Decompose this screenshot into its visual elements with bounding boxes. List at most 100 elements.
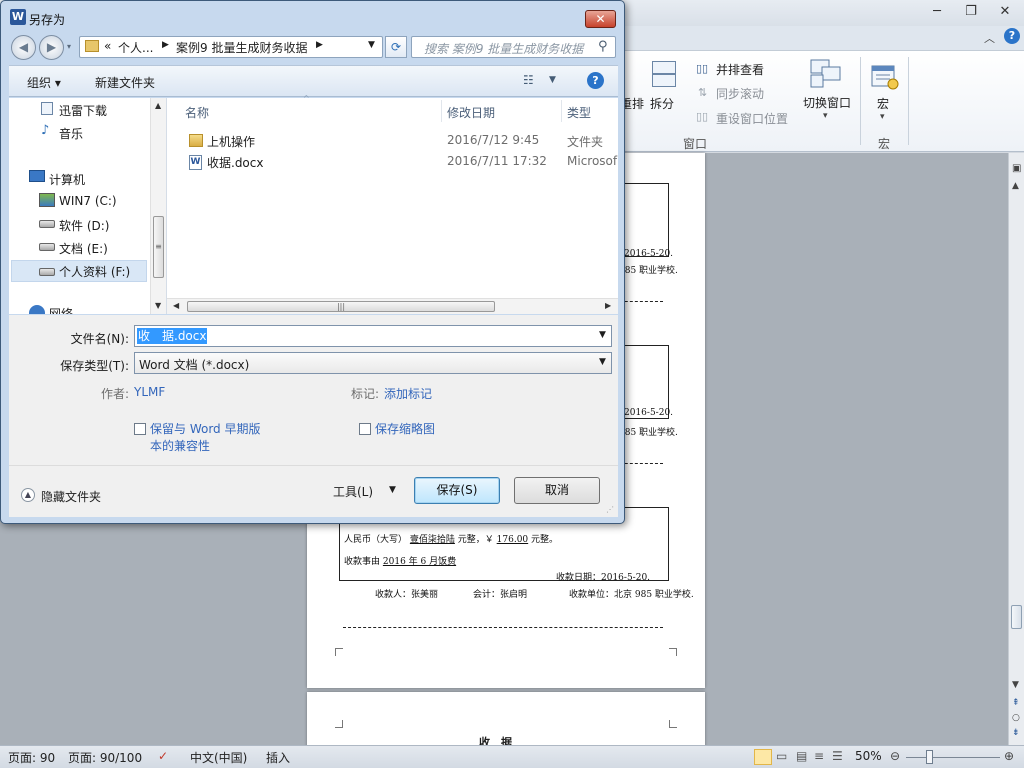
nav-scrollbar[interactable]: ▲ ≡ ▼	[150, 98, 166, 314]
search-box[interactable]: 搜索 案例9 批量生成财务收据 ⚲	[411, 36, 616, 58]
column-header-date[interactable]: 修改日期	[447, 104, 495, 121]
breadcrumb-segment[interactable]: 个人...	[118, 39, 153, 56]
zoom-slider-thumb[interactable]	[926, 750, 933, 764]
compatibility-checkbox[interactable]	[134, 423, 146, 435]
thumbnail-checkbox[interactable]	[359, 423, 371, 435]
draft-view-icon[interactable]: ☰	[832, 749, 843, 763]
minimize-icon[interactable]: ─	[924, 3, 950, 21]
nav-item-network[interactable]: 网络	[49, 307, 73, 314]
column-divider[interactable]	[441, 100, 442, 122]
print-layout-view-icon[interactable]	[754, 749, 772, 765]
file-row[interactable]: W 收据.docx 2016/7/11 17:32 Microsof	[167, 152, 618, 172]
resize-grip-icon[interactable]: ⋰	[606, 505, 614, 514]
filename-input[interactable]: 收 据.docx	[137, 328, 208, 344]
browse-object-icon[interactable]: ○	[1012, 713, 1020, 723]
nav-item-drive-d[interactable]: 软件 (D:)	[59, 217, 109, 234]
file-list[interactable]: ^ 名称 修改日期 类型 上机操作 2016/7/12 9:45 文件夹 W 收…	[167, 94, 618, 314]
proofing-icon[interactable]: ✓	[158, 749, 168, 763]
savetype-select[interactable]: Word 文档 (*.docx) ▼	[134, 352, 612, 374]
vertical-scrollbar[interactable]: ▣ ▲ ▼ ⇞ ○ ⇟	[1008, 153, 1024, 745]
search-input[interactable]: 搜索 案例9 批量生成财务收据	[424, 40, 583, 57]
filename-field[interactable]: 收 据.docx ▼	[134, 325, 612, 347]
nav-item-music[interactable]: 音乐	[59, 125, 83, 142]
zoom-in-icon[interactable]: ⊕	[1004, 749, 1014, 763]
column-header-name[interactable]: 名称	[185, 104, 209, 121]
compatibility-label-line2[interactable]: 本的兼容性	[150, 437, 210, 454]
language-indicator[interactable]: 中文(中国)	[190, 749, 247, 766]
scroll-thumb[interactable]	[1011, 605, 1022, 629]
recent-locations-icon[interactable]: ▾	[67, 42, 71, 51]
help-icon[interactable]: ?	[1004, 28, 1020, 44]
hide-folders-button[interactable]: 隐藏文件夹	[41, 488, 101, 505]
switch-window-dropdown-icon[interactable]: ▾	[823, 111, 828, 121]
horizontal-scrollbar[interactable]: ◀ ||| ▶	[167, 298, 618, 314]
file-name[interactable]: 上机操作	[207, 133, 255, 150]
breadcrumb-arrow-icon[interactable]: ▶	[162, 40, 169, 50]
scroll-right-icon[interactable]: ▶	[605, 301, 611, 310]
nav-item-drive-e[interactable]: 文档 (E:)	[59, 240, 108, 257]
macros-dropdown-icon[interactable]: ▾	[880, 112, 885, 122]
nav-item-drive-c[interactable]: WIN7 (C:)	[59, 194, 117, 208]
column-divider[interactable]	[561, 100, 562, 122]
web-layout-view-icon[interactable]: ▤	[796, 749, 807, 763]
reset-window-button[interactable]: 重设窗口位置	[716, 110, 788, 127]
full-screen-reading-view-icon[interactable]: ▭	[776, 749, 787, 763]
zoom-level[interactable]: 50%	[855, 749, 882, 763]
file-name[interactable]: 收据.docx	[207, 154, 263, 171]
savetype-dropdown-icon[interactable]: ▼	[599, 357, 606, 367]
column-header-type[interactable]: 类型	[567, 104, 591, 121]
scroll-down-icon[interactable]: ▼	[1012, 680, 1019, 690]
dialog-close-button[interactable]: ✕	[585, 10, 616, 28]
breadcrumb-segment[interactable]: 案例9 批量生成财务收据	[176, 39, 307, 56]
refresh-button[interactable]: ⟳	[385, 36, 407, 58]
scroll-left-icon[interactable]: ◀	[173, 301, 179, 310]
cancel-button[interactable]: 取消	[514, 477, 600, 504]
restore-icon[interactable]: ❐	[958, 3, 984, 21]
navigation-pane[interactable]: 迅雷下载 ♪ 音乐 计算机 WIN7 (C:) 软件 (D:) 文档 (E:) …	[9, 98, 167, 314]
compatibility-label-line1[interactable]: 保留与 Word 早期版	[150, 420, 260, 437]
outline-view-icon[interactable]: ≡	[814, 749, 824, 763]
back-button[interactable]: ◀	[11, 35, 36, 60]
insert-mode[interactable]: 插入	[266, 749, 290, 766]
thumbnail-label[interactable]: 保存缩略图	[375, 420, 435, 437]
search-icon[interactable]: ⚲	[598, 39, 608, 54]
side-by-side-button[interactable]: 并排查看	[716, 61, 764, 78]
zoom-out-icon[interactable]: ⊖	[890, 749, 900, 763]
tags-value[interactable]: 添加标记	[384, 385, 432, 402]
zoom-slider[interactable]	[906, 757, 1000, 758]
scroll-thumb[interactable]: ≡	[153, 216, 164, 278]
hide-folders-icon[interactable]: ▲	[21, 488, 35, 502]
page-count[interactable]: 页面: 90/100	[68, 749, 142, 766]
file-row[interactable]: 上机操作 2016/7/12 9:45 文件夹	[167, 131, 618, 151]
new-folder-button[interactable]: 新建文件夹	[95, 74, 155, 91]
address-dropdown-icon[interactable]: ▼	[368, 40, 375, 50]
page-number[interactable]: 页面: 90	[8, 749, 55, 766]
collapse-ribbon-icon[interactable]: ︿	[984, 30, 995, 46]
view-dropdown-icon[interactable]: ▼	[549, 75, 556, 85]
split-button[interactable]: 拆分	[650, 95, 674, 112]
scroll-up-icon[interactable]: ▲	[155, 101, 161, 110]
close-icon[interactable]: ✕	[992, 3, 1018, 21]
organize-button[interactable]: 组织 ▾	[27, 74, 61, 91]
path-overflow[interactable]: «	[104, 39, 111, 53]
scroll-thumb[interactable]: |||	[187, 301, 495, 312]
macros-button[interactable]: 宏	[877, 95, 889, 112]
tools-dropdown-icon[interactable]: ▼	[389, 485, 396, 495]
breadcrumb-arrow-icon[interactable]: ▶	[316, 40, 323, 50]
nav-item-computer[interactable]: 计算机	[49, 171, 85, 188]
ruler-toggle-icon[interactable]: ▣	[1012, 163, 1021, 174]
forward-button[interactable]: ▶	[39, 35, 64, 60]
nav-item-drive-f[interactable]: 个人资料 (F:)	[59, 263, 130, 280]
switch-window-button[interactable]: 切换窗口	[803, 94, 851, 111]
nav-item-xunlei[interactable]: 迅雷下载	[59, 102, 107, 119]
help-icon[interactable]: ?	[587, 72, 604, 89]
save-button[interactable]: 保存(S)	[414, 477, 500, 504]
scroll-up-icon[interactable]: ▲	[1012, 181, 1019, 191]
tools-button[interactable]: 工具(L)	[333, 483, 373, 500]
previous-page-icon[interactable]: ⇞	[1012, 698, 1020, 708]
address-bar[interactable]: « 个人... ▶ 案例9 批量生成财务收据 ▶ ▼	[79, 36, 383, 58]
filename-dropdown-icon[interactable]: ▼	[599, 330, 606, 340]
sync-scroll-button[interactable]: 同步滚动	[716, 85, 764, 102]
view-options-icon[interactable]: ☷	[523, 73, 534, 87]
next-page-icon[interactable]: ⇟	[1012, 728, 1020, 738]
